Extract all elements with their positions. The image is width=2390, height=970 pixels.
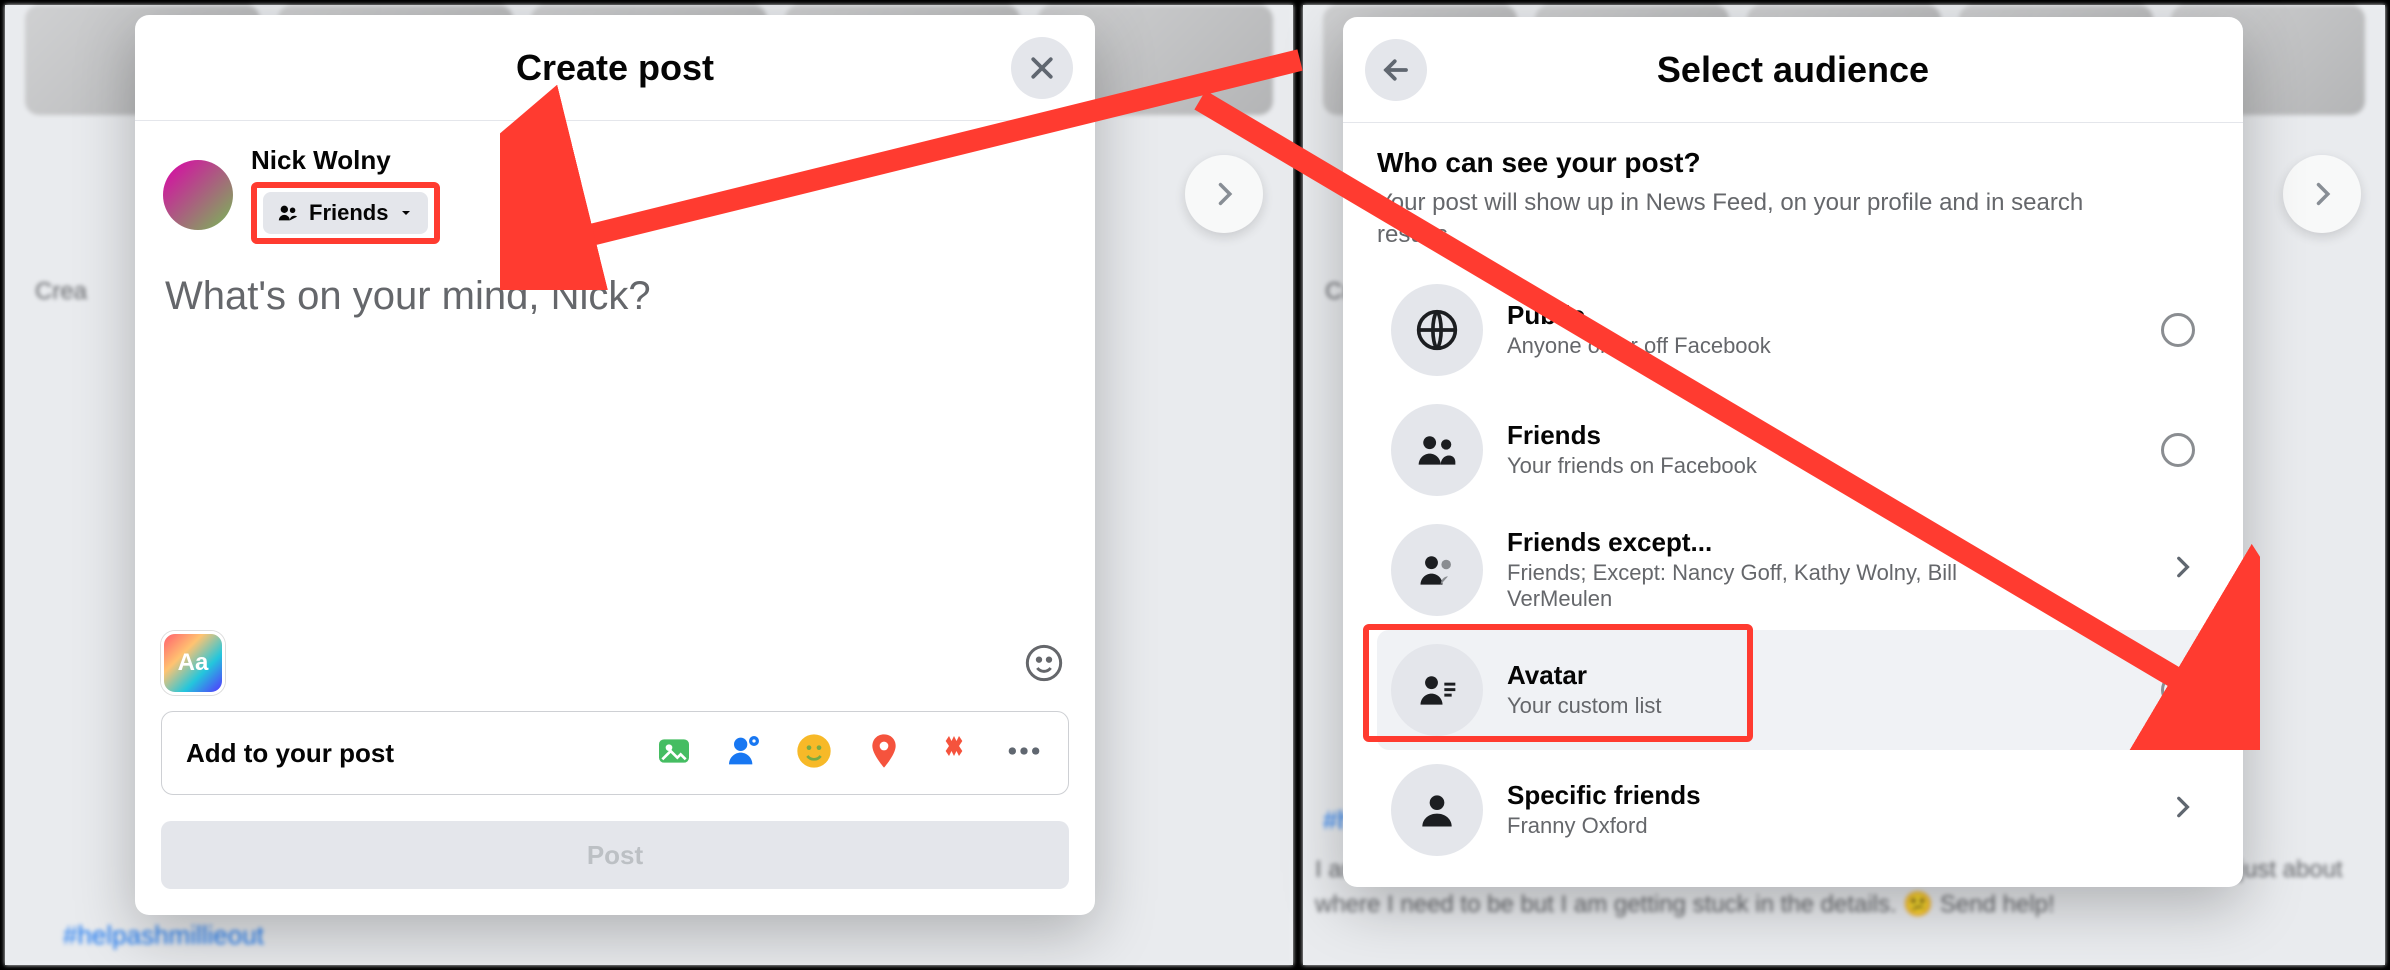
audience-label: Friends	[309, 200, 388, 226]
feeling-icon[interactable]	[794, 731, 834, 776]
back-button[interactable]	[1365, 39, 1427, 101]
emoji-picker-button[interactable]	[1019, 638, 1069, 688]
photo-video-icon[interactable]	[654, 731, 694, 776]
person-icon	[1391, 764, 1483, 856]
audience-option-friends-except[interactable]: Friends except... Friends; Except: Nancy…	[1377, 510, 2209, 630]
bg-create-label: Crea	[35, 278, 87, 306]
caret-down-icon	[398, 205, 414, 221]
background-color-button[interactable]: Aa	[161, 631, 225, 695]
more-icon[interactable]	[1004, 731, 1044, 776]
author-name: Nick Wolny	[251, 145, 440, 176]
left-screenshot: Crea #helpashmillieout Create post Nick …	[0, 0, 1298, 970]
live-icon[interactable]	[934, 731, 974, 776]
right-screenshot: Crea #hel I am looking to connect with s…	[1298, 0, 2390, 970]
select-audience-modal: Select audience Who can see your post? Y…	[1343, 17, 2243, 887]
friends-except-icon	[1391, 524, 1483, 616]
audience-description: Your post will show up in News Feed, on …	[1377, 187, 2137, 252]
friends-icon	[277, 202, 299, 224]
audience-options: Public Anyone on or off Facebook Friends…	[1377, 270, 2209, 870]
audience-option-public[interactable]: Public Anyone on or off Facebook	[1377, 270, 2209, 390]
close-button[interactable]	[1011, 37, 1073, 99]
radio-indicator	[2161, 433, 2195, 467]
modal-title: Select audience	[1657, 49, 1929, 91]
radio-indicator	[2161, 673, 2195, 707]
modal-title: Create post	[516, 47, 714, 89]
radio-indicator	[2161, 313, 2195, 347]
audience-question: Who can see your post?	[1377, 147, 2209, 179]
checkin-icon[interactable]	[864, 731, 904, 776]
chevron-right-icon	[2169, 794, 2195, 825]
post-text-input[interactable]: What's on your mind, Nick?	[135, 248, 1095, 345]
tag-people-icon[interactable]	[724, 731, 764, 776]
friends-icon	[1391, 404, 1483, 496]
globe-icon	[1391, 284, 1483, 376]
author-avatar	[163, 160, 233, 230]
modal-header: Create post	[135, 15, 1095, 121]
stories-next-button[interactable]	[2283, 155, 2361, 233]
chevron-right-icon	[2169, 554, 2195, 585]
audience-selector[interactable]: Friends	[263, 192, 428, 234]
add-to-post-label: Add to your post	[186, 738, 394, 769]
stories-next-button[interactable]	[1185, 155, 1263, 233]
audience-option-specific-friends[interactable]: Specific friends Franny Oxford	[1377, 750, 2209, 870]
author-row: Nick Wolny Friends	[135, 121, 1095, 248]
create-post-modal: Create post Nick Wolny Friends What's on…	[135, 15, 1095, 915]
bg-hashtag: #helpashmillieout	[63, 920, 264, 951]
audience-option-friends[interactable]: Friends Your friends on Facebook	[1377, 390, 2209, 510]
modal-header: Select audience	[1343, 17, 2243, 123]
add-to-post-row: Add to your post	[161, 711, 1069, 795]
post-button[interactable]: Post	[161, 821, 1069, 889]
